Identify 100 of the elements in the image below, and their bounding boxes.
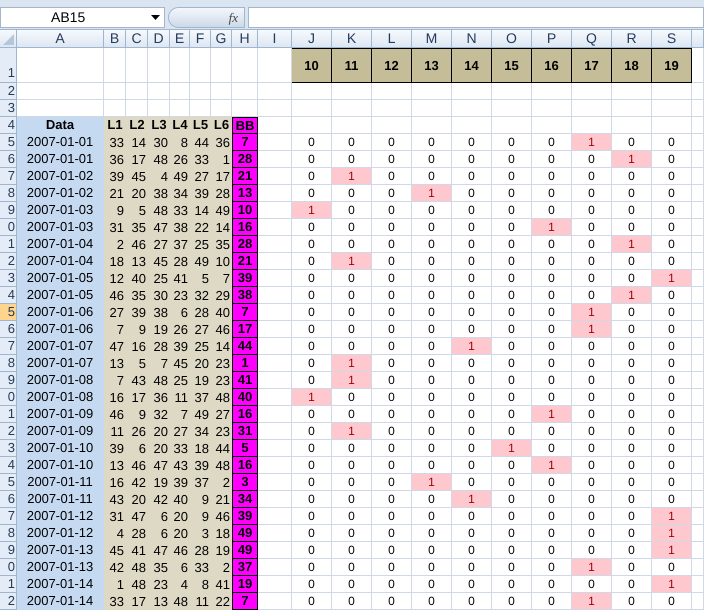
row-header[interactable]: 6 [0,491,17,508]
column-header[interactable]: I [258,30,292,48]
table-cell: 0 [332,134,372,151]
column-header[interactable]: K [332,30,372,48]
row-header[interactable]: 7 [0,338,17,355]
table-cell: 33 [104,593,126,610]
table-cell: 0 [372,134,412,151]
empty-cell [692,576,704,593]
table-cell: 0 [372,593,412,610]
column-label: 17 [572,48,612,83]
row-header[interactable]: 4 [0,287,17,304]
row-header[interactable]: 3 [0,440,17,457]
column-header[interactable]: J [292,30,332,48]
table-cell: 17 [232,321,258,338]
column-header[interactable]: F [190,30,211,48]
column-header[interactable]: L [372,30,412,48]
table-cell: 27 [104,304,126,321]
row-header[interactable]: 5 [0,474,17,491]
row-header[interactable]: 0 [0,389,17,406]
row-header[interactable]: 6 [0,151,17,168]
row-header[interactable]: 6 [0,321,17,338]
table-cell: 0 [652,440,692,457]
column-header[interactable]: G [211,30,232,48]
row-header[interactable]: 4 [0,457,17,474]
column-header[interactable]: R [612,30,652,48]
empty-cell [692,219,704,236]
table-cell: 40 [170,491,190,508]
table-cell: 0 [492,202,532,219]
row-header[interactable]: 9 [0,202,17,219]
table-cell: 2007-01-02 [17,185,104,202]
column-header[interactable]: S [652,30,692,48]
table-cell: 0 [652,321,692,338]
select-all-icon[interactable] [2,32,14,44]
row-header[interactable]: 5 [0,134,17,151]
empty-cell [692,491,704,508]
table-cell: 19 [211,542,232,559]
row-header[interactable]: 2 [0,83,17,100]
column-header[interactable]: B [104,30,126,48]
row-header[interactable]: 1 [0,48,17,83]
column-header[interactable]: D [148,30,170,48]
row-header[interactable]: 4 [0,117,17,134]
table-cell: 0 [292,440,332,457]
table-cell: 0 [412,508,452,525]
row-header[interactable]: 3 [0,270,17,287]
row-header[interactable]: 1 [0,576,17,593]
table-cell: 0 [572,525,612,542]
column-header[interactable]: A [17,30,104,48]
row-header[interactable]: 9 [0,372,17,389]
table-cell: 26 [170,321,190,338]
table-cell: 0 [292,474,332,491]
row-header[interactable]: 0 [0,219,17,236]
row-header[interactable]: 3 [0,100,17,117]
table-cell: 0 [492,321,532,338]
table-cell: 0 [652,406,692,423]
column-header[interactable] [692,30,704,48]
row-header[interactable]: 8 [0,355,17,372]
row-header[interactable]: 2 [0,593,17,610]
table-cell: 0 [492,287,532,304]
column-header[interactable]: E [170,30,190,48]
empty-cell [452,117,492,134]
column-header[interactable]: N [452,30,492,48]
row-header[interactable]: 8 [0,525,17,542]
row-header[interactable]: 5 [0,304,17,321]
table-cell: 0 [532,576,572,593]
row-header[interactable]: 0 [0,559,17,576]
table-cell: 6 [126,440,148,457]
table-cell: 0 [412,542,452,559]
table-cell: 0 [332,270,372,287]
column-header[interactable]: C [126,30,148,48]
column-header[interactable]: M [412,30,452,48]
table-cell: 17 [126,593,148,610]
table-cell: 1 [532,406,572,423]
row-header[interactable]: 7 [0,508,17,525]
column-header[interactable]: P [532,30,572,48]
row-header[interactable]: 1 [0,236,17,253]
insert-function-button[interactable]: fx [168,7,245,28]
column-header[interactable]: Q [572,30,612,48]
table-cell: 0 [492,474,532,491]
name-box[interactable]: AB15 [0,7,165,28]
table-cell: 45 [126,168,148,185]
row-header[interactable]: 7 [0,168,17,185]
row-header[interactable]: 1 [0,406,17,423]
table-cell: 28 [190,542,211,559]
column-label: 10 [292,48,332,83]
column-header[interactable]: H [232,30,258,48]
table-cell: 0 [532,474,572,491]
table-cell: 13 [232,185,258,202]
table-cell: 49 [232,542,258,559]
formula-bar[interactable] [248,7,704,28]
table-cell: 34 [190,423,211,440]
column-header[interactable]: O [492,30,532,48]
table-cell: 14 [211,219,232,236]
table-cell: 48 [126,576,148,593]
row-header[interactable]: 2 [0,253,17,270]
row-header[interactable]: 9 [0,542,17,559]
table-cell: 2007-01-04 [17,253,104,270]
row-header[interactable]: 2 [0,423,17,440]
row-header[interactable]: 8 [0,185,17,202]
table-cell: 0 [372,236,412,253]
dropdown-arrow-icon[interactable] [151,15,160,20]
